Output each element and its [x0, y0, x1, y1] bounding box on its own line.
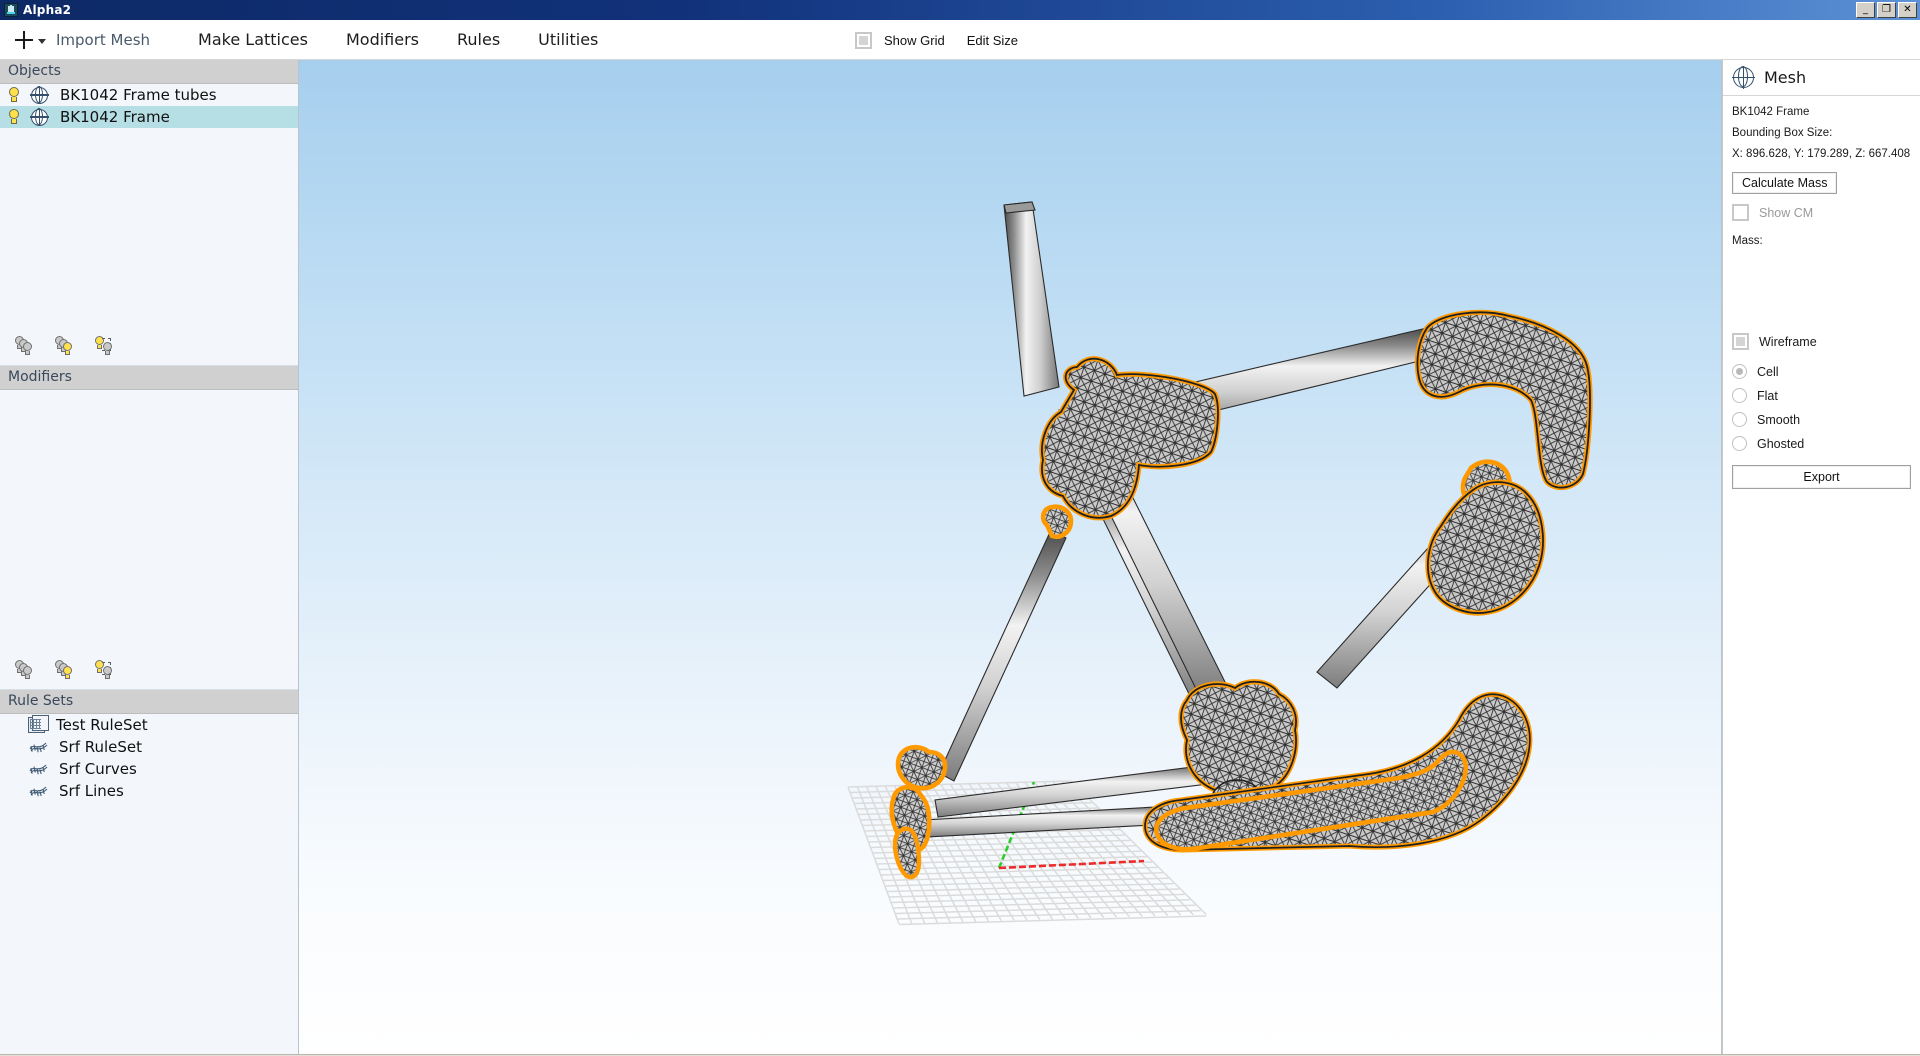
lattice-icon [28, 715, 49, 733]
shading-smooth-label: Smooth [1757, 412, 1801, 427]
inspector-title: Mesh [1764, 68, 1807, 87]
restore-button[interactable]: ❐ [1877, 2, 1896, 18]
calculate-mass-button[interactable]: Calculate Mass [1732, 172, 1838, 194]
bounding-box-value: X: 896.628, Y: 179.289, Z: 667.408 [1732, 148, 1911, 160]
app-icon [4, 3, 18, 17]
menu-rules[interactable]: Rules [457, 30, 500, 49]
close-button[interactable]: ✕ [1898, 2, 1917, 18]
show-all-icon[interactable] [54, 335, 80, 358]
3d-viewport[interactable] [299, 60, 1722, 1054]
mesh-globe-icon [30, 107, 49, 127]
menu-modifiers[interactable]: Modifiers [346, 30, 419, 49]
radio-smooth[interactable] [1732, 412, 1747, 427]
left-dropout[interactable] [892, 826, 922, 880]
shading-ghosted-row[interactable]: Ghosted [1732, 436, 1911, 451]
show-cm-label: Show CM [1759, 205, 1814, 220]
shading-flat-row[interactable]: Flat [1732, 388, 1911, 403]
show-grid-checkbox[interactable] [855, 31, 872, 49]
plus-icon[interactable] [14, 30, 34, 50]
show-cm-row[interactable]: Show CM [1732, 204, 1911, 221]
shading-flat-label: Flat [1757, 388, 1778, 403]
inspector-panel: Mesh BK1042 Frame Bounding Box Size: X: … [1722, 60, 1920, 1054]
modifiers-list[interactable] [0, 390, 298, 652]
ruleset-name: Test RuleSet [56, 716, 148, 734]
shading-smooth-row[interactable]: Smooth [1732, 412, 1911, 427]
import-mesh-label: Import Mesh [56, 30, 151, 49]
list-item[interactable]: Srf Lines [0, 780, 298, 802]
window-controls: _ ❐ ✕ [1856, 2, 1917, 18]
bounding-box-label: Bounding Box Size: [1732, 127, 1833, 139]
mesh-name: BK1042 Frame [1732, 106, 1810, 118]
minimize-button[interactable]: _ [1856, 2, 1875, 18]
lightbulb-icon[interactable] [6, 86, 22, 104]
surface-icon [28, 761, 48, 778]
objects-panel-tools [0, 328, 298, 366]
mesh-globe-icon [30, 85, 49, 105]
inspector-header: Mesh [1723, 60, 1920, 96]
surface-icon [28, 739, 48, 756]
objects-panel-header: Objects [0, 60, 298, 84]
rulesets-list[interactable]: Test RuleSet Srf RuleSet Srf Curves Srf … [0, 714, 298, 1054]
hide-all-icon[interactable] [14, 659, 40, 682]
rear-dropout-lug[interactable] [1425, 479, 1546, 616]
list-item[interactable]: Srf Curves [0, 758, 298, 780]
objects-tree[interactable]: BK1042 Frame tubes BK1042 Frame [0, 84, 298, 328]
show-all-icon[interactable] [54, 659, 80, 682]
main-toolbar: Import Mesh Make Lattices Modifiers Rule… [0, 20, 1920, 60]
head-lug-stop[interactable] [1040, 504, 1074, 539]
surface-icon [28, 783, 48, 800]
menu-make-lattices[interactable]: Make Lattices [198, 30, 308, 49]
left-lug-upper[interactable] [895, 744, 948, 791]
wireframe-row[interactable]: Wireframe [1732, 333, 1911, 350]
wireframe-label: Wireframe [1759, 334, 1817, 349]
radio-flat[interactable] [1732, 388, 1747, 403]
rulesets-panel-header: Rule Sets [0, 690, 298, 714]
show-grid-label[interactable]: Show Grid [884, 33, 945, 48]
hide-all-icon[interactable] [14, 335, 40, 358]
radio-cell[interactable] [1732, 364, 1747, 379]
show-cm-checkbox[interactable] [1732, 204, 1749, 221]
inspector-body: BK1042 Frame Bounding Box Size: X: 896.6… [1723, 96, 1920, 489]
modifiers-panel-tools [0, 652, 298, 690]
radio-ghosted[interactable] [1732, 436, 1747, 451]
ruleset-name: Srf RuleSet [59, 738, 143, 756]
object-name: BK1042 Frame [60, 108, 170, 126]
export-button[interactable]: Export [1732, 465, 1911, 489]
import-mesh-button[interactable]: Import Mesh [0, 30, 150, 50]
wireframe-checkbox[interactable] [1732, 333, 1749, 350]
isolate-icon[interactable] [94, 659, 120, 682]
isolate-icon[interactable] [94, 335, 120, 358]
viewport-scene [847, 201, 1593, 926]
bottom-bracket-lug[interactable] [1178, 679, 1299, 797]
list-item[interactable]: BK1042 Frame [0, 106, 298, 128]
menu-utilities[interactable]: Utilities [538, 30, 598, 49]
edit-size-button[interactable]: Edit Size [967, 33, 1018, 48]
chevron-down-icon[interactable] [38, 39, 46, 44]
menu-bar: Make Lattices Modifiers Rules Utilities [198, 30, 598, 49]
object-name: BK1042 Frame tubes [60, 86, 217, 104]
globe-icon [1732, 66, 1755, 89]
shading-options: Wireframe Cell Flat Smooth Ghosted Expor… [1732, 333, 1911, 489]
shading-cell-label: Cell [1757, 364, 1779, 379]
shading-ghosted-label: Ghosted [1757, 436, 1805, 451]
window-title-bar[interactable]: Alpha2 _ ❐ ✕ [0, 0, 1920, 20]
shading-cell-row[interactable]: Cell [1732, 364, 1911, 379]
ruleset-name: Srf Curves [59, 760, 137, 778]
modifiers-panel-header: Modifiers [0, 366, 298, 390]
viewport-tools: Show Grid Edit Size [855, 20, 1018, 60]
bike-frame-model[interactable] [889, 201, 1593, 880]
ruleset-name: Srf Lines [59, 782, 124, 800]
list-item[interactable]: BK1042 Frame tubes [0, 84, 298, 106]
main-body: Objects BK1042 Frame tubes BK1042 Frame [0, 60, 1920, 1054]
window-title: Alpha2 [23, 3, 72, 17]
mass-label: Mass: [1732, 235, 1763, 247]
lightbulb-icon[interactable] [6, 108, 22, 126]
list-item[interactable]: Test RuleSet [0, 714, 298, 736]
left-dock: Objects BK1042 Frame tubes BK1042 Frame [0, 60, 299, 1054]
list-item[interactable]: Srf RuleSet [0, 736, 298, 758]
